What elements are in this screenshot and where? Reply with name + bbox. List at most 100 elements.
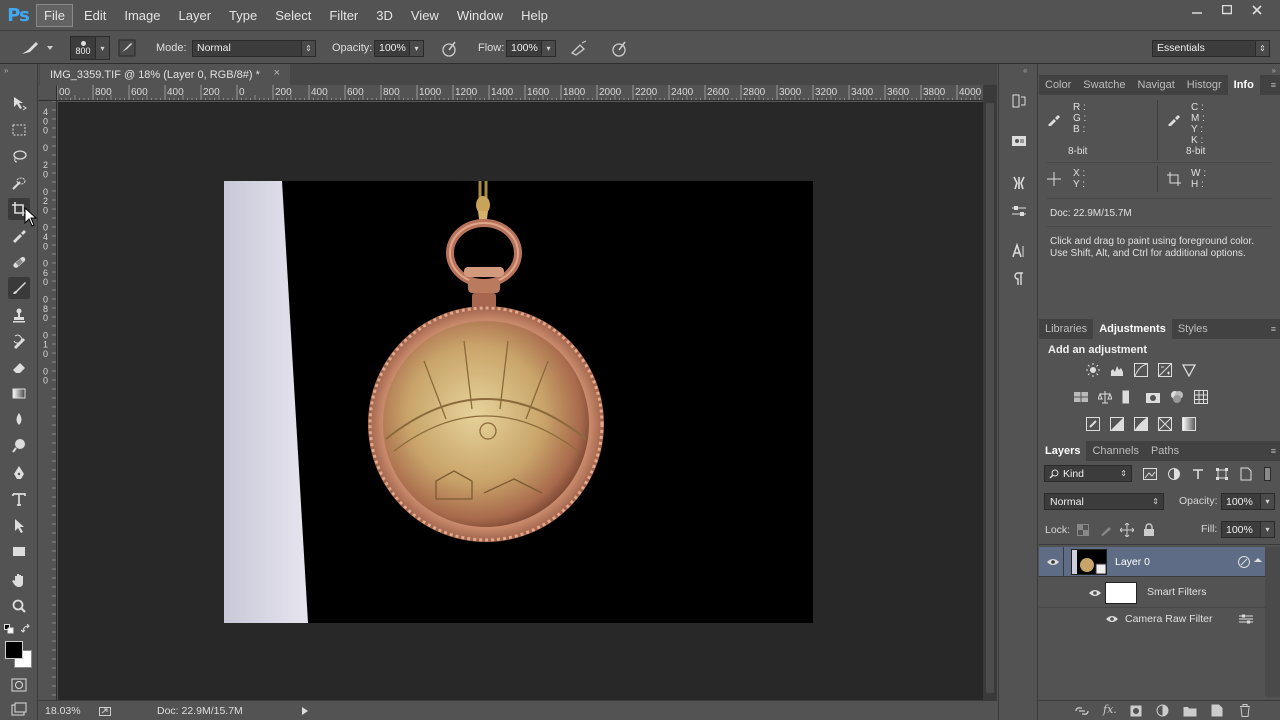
tab-swatches[interactable]: Swatche	[1077, 75, 1131, 95]
zoom-level[interactable]: 18.03%	[45, 705, 85, 717]
scrollbar-thumb[interactable]	[986, 103, 994, 693]
document-canvas[interactable]	[224, 181, 813, 623]
healing-brush-tool[interactable]	[8, 251, 30, 273]
layer-name-camera-raw-filter[interactable]: Camera Raw Filter	[1125, 613, 1213, 625]
layers-panel-menu-icon[interactable]: ≡	[1271, 446, 1276, 456]
layer-row-smart-filters[interactable]: Smart Filters	[1039, 578, 1265, 608]
maximize-button[interactable]	[1212, 0, 1242, 20]
photo-filter-button[interactable]	[1145, 389, 1161, 405]
collapse-toolbar-icon[interactable]: »	[4, 66, 8, 75]
black-white-button[interactable]	[1121, 389, 1137, 405]
eyedropper-tool[interactable]	[8, 224, 30, 246]
vertical-scrollbar[interactable]	[983, 85, 997, 700]
menu-select[interactable]: Select	[268, 5, 318, 26]
layers-scrollbar[interactable]	[1265, 547, 1280, 697]
layer-name-layer0[interactable]: Layer 0	[1115, 556, 1150, 568]
layer-opacity-value[interactable]: 100%	[1221, 493, 1261, 510]
layer-filter-select[interactable]: Kind ⇕	[1044, 465, 1132, 482]
smart-filters-visibility-eye-icon[interactable]	[1088, 588, 1102, 598]
paragraph-panel-button[interactable]	[1008, 268, 1030, 290]
layer-opacity-dropdown[interactable]: ▾	[1261, 493, 1275, 510]
zoom-tool[interactable]	[8, 595, 30, 617]
pen-tool[interactable]	[8, 462, 30, 484]
add-mask-icon[interactable]	[1130, 705, 1142, 717]
collapse-effects-icon[interactable]	[1254, 557, 1262, 563]
menu-type[interactable]: Type	[222, 5, 264, 26]
threshold-button[interactable]	[1133, 416, 1149, 432]
character-panel-button[interactable]	[1008, 240, 1030, 262]
tab-styles[interactable]: Styles	[1172, 319, 1214, 339]
tab-info[interactable]: Info	[1227, 75, 1260, 95]
history-brush-tool[interactable]	[8, 330, 30, 352]
camera-raw-visibility-eye-icon[interactable]	[1105, 614, 1119, 624]
brush-tool[interactable]	[8, 277, 30, 299]
foreground-color-swatch[interactable]	[5, 641, 23, 659]
screen-mode-toggle[interactable]	[8, 698, 30, 720]
menu-file[interactable]: File	[36, 3, 73, 27]
tab-paths[interactable]: Paths	[1145, 441, 1185, 461]
info-panel-menu-icon[interactable]: ≡	[1271, 80, 1276, 90]
gradient-map-button[interactable]	[1181, 416, 1197, 432]
tool-presets-button[interactable]	[1008, 172, 1030, 194]
status-menu-arrow-icon[interactable]	[301, 706, 309, 716]
brush-size-picker[interactable]: 800 ▾	[70, 31, 110, 65]
fill-value[interactable]: 100%	[1221, 521, 1261, 538]
lasso-tool[interactable]	[8, 145, 30, 167]
quick-mask-toggle[interactable]	[8, 674, 30, 696]
pressure-opacity-toggle[interactable]	[440, 31, 458, 65]
filter-pixel-button[interactable]	[1142, 466, 1158, 482]
pressure-size-toggle[interactable]	[610, 31, 628, 65]
new-adjustment-layer-icon[interactable]	[1156, 704, 1169, 717]
tab-layers[interactable]: Layers	[1039, 441, 1087, 461]
document-tab[interactable]: IMG_3359.TIF @ 18% (Layer 0, RGB/8#) * ×	[40, 64, 290, 85]
menu-filter[interactable]: Filter	[322, 5, 365, 26]
menu-edit[interactable]: Edit	[77, 5, 113, 26]
layer-row-layer0[interactable]: Layer 0	[1039, 547, 1265, 577]
brightness-contrast-button[interactable]	[1085, 362, 1101, 378]
mode-select[interactable]: Normal ⇕	[192, 31, 316, 65]
clone-stamp-tool[interactable]	[8, 304, 30, 326]
flow-field[interactable]: 100% ▾	[506, 31, 556, 65]
flow-dropdown[interactable]: ▾	[542, 39, 556, 57]
delete-layer-icon[interactable]	[1239, 704, 1251, 717]
new-layer-icon[interactable]	[1211, 704, 1223, 717]
workspace-switcher[interactable]: Essentials ⇕	[1152, 31, 1270, 65]
menu-layer[interactable]: Layer	[172, 5, 219, 26]
new-group-icon[interactable]	[1183, 705, 1197, 717]
layer-row-camera-raw[interactable]: Camera Raw Filter	[1039, 609, 1265, 629]
swap-colors-icon[interactable]	[20, 623, 31, 637]
rectangle-tool[interactable]	[8, 540, 30, 562]
close-window-button[interactable]	[1242, 0, 1272, 20]
tab-color[interactable]: Color	[1039, 75, 1077, 95]
color-balance-button[interactable]	[1097, 389, 1113, 405]
invert-button[interactable]	[1085, 416, 1101, 432]
filter-toggle-switch[interactable]	[1264, 467, 1271, 481]
menu-view[interactable]: View	[404, 5, 446, 26]
path-selection-tool[interactable]	[8, 514, 30, 536]
filter-options-icon[interactable]	[1239, 614, 1253, 624]
smart-filter-toggle-icon[interactable]	[1237, 555, 1251, 569]
lock-all-button[interactable]	[1141, 522, 1157, 538]
brush-size-dropdown[interactable]: ▾	[96, 36, 110, 60]
menu-help[interactable]: Help	[514, 5, 555, 26]
lock-transparent-button[interactable]	[1075, 522, 1091, 538]
mode-dropdown[interactable]: ⇕	[302, 39, 316, 57]
exposure-button[interactable]	[1157, 362, 1173, 378]
share-icon[interactable]	[99, 706, 111, 716]
selective-color-button[interactable]	[1157, 416, 1173, 432]
workspace-dropdown[interactable]: ⇕	[1256, 39, 1270, 57]
airbrush-toggle[interactable]	[570, 31, 588, 65]
default-colors-icon[interactable]	[4, 624, 14, 637]
blur-tool[interactable]	[8, 408, 30, 430]
hue-saturation-button[interactable]	[1073, 389, 1089, 405]
filter-adjustment-button[interactable]	[1166, 466, 1182, 482]
filter-type-button[interactable]	[1190, 466, 1206, 482]
vertical-ruler[interactable]: 40002002004006008001000	[39, 101, 57, 700]
history-panel-button[interactable]	[1008, 90, 1030, 112]
menu-image[interactable]: Image	[117, 5, 167, 26]
tab-adjustments[interactable]: Adjustments	[1093, 319, 1172, 339]
gradient-tool[interactable]	[8, 382, 30, 404]
smart-filter-mask-thumbnail[interactable]	[1105, 582, 1137, 604]
menu-3d[interactable]: 3D	[369, 5, 400, 26]
marquee-tool[interactable]	[8, 119, 30, 141]
